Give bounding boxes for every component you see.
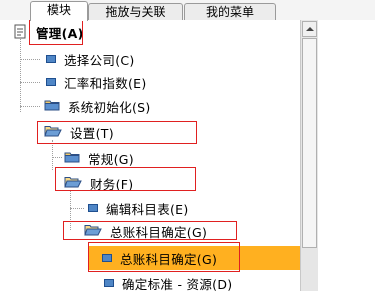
tree-item-determination-criteria[interactable]: 确定标准 - 资源(D) (104, 271, 232, 291)
vertical-scrollbar[interactable] (300, 20, 318, 291)
tree-item-select-company[interactable]: 选择公司(C) (46, 47, 135, 71)
tab-bar: 模块 拖放与关联 我的菜单 (0, 0, 375, 21)
tree-connector (20, 106, 40, 107)
tree-item-gl-account-determination-folder[interactable]: 总账科目确定(G) (84, 219, 207, 243)
blue-square-icon (102, 254, 112, 262)
blue-square-icon (104, 279, 114, 287)
module-tree: 管理(A) 选择公司(C) 汇率和指数(E) 系统初始化(S) 设置(T) 常规… (0, 20, 300, 291)
scroll-thumb[interactable] (302, 38, 317, 248)
tree-item-settings[interactable]: 设置(T) (44, 120, 114, 144)
tree-item-edit-chart-of-accounts[interactable]: 编辑科目表(E) (88, 196, 189, 220)
tree-connector (70, 190, 71, 230)
folder-icon (64, 151, 80, 166)
folder-open-icon (64, 176, 82, 191)
content-pane (318, 20, 375, 291)
tree-item-label: 常规(G) (88, 151, 134, 167)
tree-connector (20, 34, 21, 112)
tree-connector (52, 157, 62, 158)
tree-item-label: 财务(F) (90, 176, 134, 192)
tree-item-label: 设置(T) (70, 125, 114, 141)
tree-item-label: 系统初始化(S) (68, 99, 151, 115)
tree-item-label: 汇率和指数(E) (64, 75, 147, 91)
tree-item-system-init[interactable]: 系统初始化(S) (44, 94, 151, 118)
tree-item-gl-account-determination[interactable]: 总账科目确定(G) (88, 246, 300, 270)
tree-connector (52, 140, 53, 170)
tree-connector (20, 59, 40, 60)
tree-item-label: 总账科目确定(G) (110, 224, 208, 240)
folder-open-icon (44, 125, 62, 140)
root-module-icon (14, 24, 28, 40)
tree-item-general[interactable]: 常规(G) (64, 146, 134, 170)
tree-item-label: 确定标准 - 资源(D) (122, 276, 233, 291)
tree-item-management[interactable]: 管理(A) (14, 20, 84, 44)
blue-square-icon (88, 204, 98, 212)
tree-item-exchange-rates[interactable]: 汇率和指数(E) (46, 70, 147, 94)
folder-open-icon (84, 224, 102, 239)
tree-connector (70, 208, 84, 209)
tab-label: 拖放与关联 (105, 5, 166, 19)
scroll-up-button[interactable] (302, 21, 317, 37)
tree-item-label: 管理(A) (36, 25, 84, 41)
tab-modules[interactable]: 模块 (30, 1, 88, 21)
tab-label: 模块 (46, 3, 71, 17)
blue-square-icon (46, 55, 56, 63)
folder-icon (44, 99, 60, 114)
tree-item-label: 选择公司(C) (64, 52, 135, 68)
blue-square-icon (46, 78, 56, 86)
tab-label: 我的菜单 (205, 5, 254, 19)
tab-drag-and-relate[interactable]: 拖放与关联 (88, 3, 183, 20)
tree-item-financials[interactable]: 财务(F) (64, 171, 133, 195)
tree-connector (20, 82, 40, 83)
tab-my-menu[interactable]: 我的菜单 (184, 3, 276, 20)
tree-item-label: 编辑科目表(E) (106, 201, 189, 217)
tree-item-label: 总账科目确定(G) (120, 251, 218, 267)
arrow-up-icon (306, 27, 314, 31)
